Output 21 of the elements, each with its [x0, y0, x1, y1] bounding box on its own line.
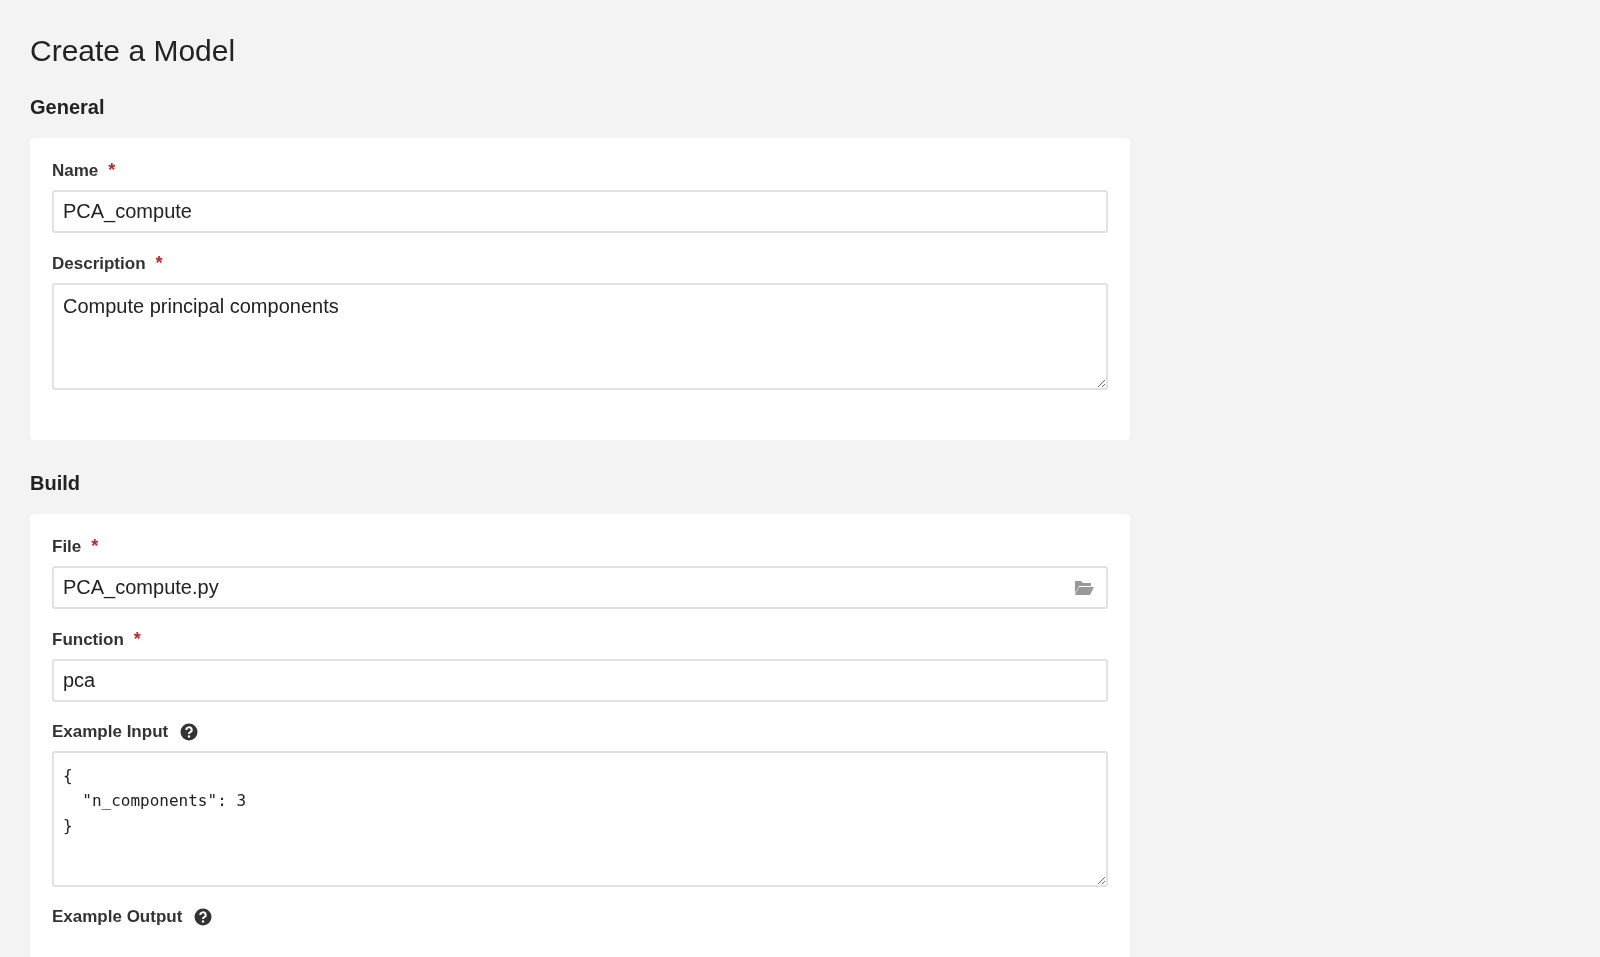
file-field[interactable]: PCA_compute.py [52, 566, 1108, 609]
text-field[interactable]: pca [52, 659, 1108, 702]
field-label: Example Input [52, 722, 169, 742]
help-icon[interactable] [180, 723, 199, 741]
field-label: Description [52, 253, 146, 274]
section-heading: Build [30, 472, 81, 495]
required-icon: * [91, 536, 99, 557]
field-label: Function [52, 629, 124, 650]
required-icon: * [133, 629, 141, 650]
code-editor[interactable]: { "n_components": 3 } [52, 751, 1108, 887]
field-label: File [52, 536, 82, 557]
help-icon[interactable] [194, 908, 213, 926]
text-area[interactable]: Compute principal components [52, 283, 1108, 390]
text-field[interactable]: PCA_compute [52, 190, 1108, 233]
page-title: Create a Model [30, 34, 237, 68]
field-label: Example Output [52, 907, 183, 927]
field-label: Name [52, 160, 99, 181]
required-icon: * [108, 160, 116, 181]
folder-icon[interactable] [1074, 579, 1094, 596]
required-icon: * [155, 253, 163, 274]
section-heading: General [30, 96, 106, 119]
